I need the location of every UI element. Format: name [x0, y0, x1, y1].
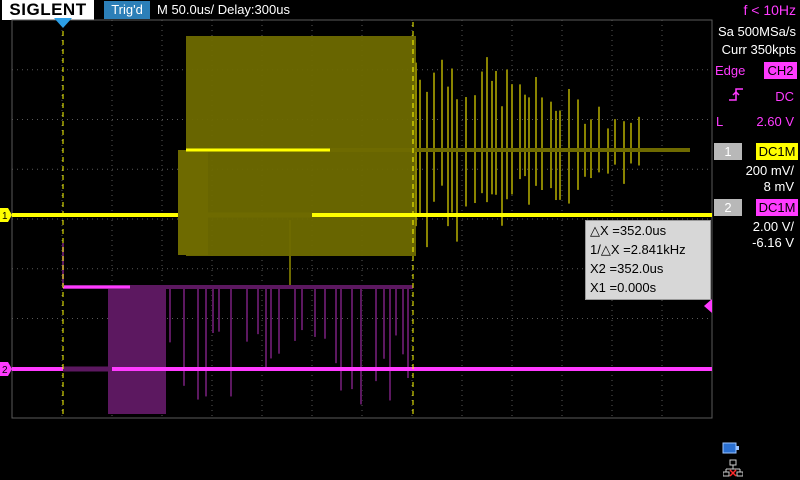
trigger-level-marker	[704, 299, 712, 313]
trigger-coupling[interactable]: DC	[775, 89, 794, 104]
trigger-slope-rising-icon[interactable]	[728, 86, 744, 102]
cursor-x1: X1 =0.000s	[590, 280, 657, 295]
ch2-marker-label: 2	[2, 365, 8, 376]
ch1-marker-label: 1	[2, 211, 8, 222]
cursor-inverse-delta-x: 1/△X =2.841kHz	[590, 242, 686, 257]
ch1-burst-lead	[178, 150, 208, 255]
ch1-coupling-badge[interactable]: DC1M	[756, 143, 798, 160]
ch1-scale[interactable]: 200 mV/	[746, 163, 794, 178]
ch1-number-badge[interactable]: 1	[714, 143, 742, 160]
trigger-level[interactable]: 2.60 V	[756, 114, 794, 129]
trigger-source-badge[interactable]: CH2	[764, 62, 797, 79]
sample-rate: Sa 500MSa/s	[717, 24, 796, 39]
usb-icon	[722, 442, 739, 454]
cursor-delta-x: △X =352.0us	[590, 223, 667, 238]
ch2-offset[interactable]: -6.16 V	[752, 235, 794, 250]
ch1-offset[interactable]: 8 mV	[764, 179, 794, 194]
memory-depth: Curr 350kpts	[721, 42, 796, 57]
ch2-scale[interactable]: 2.00 V/	[753, 219, 794, 234]
ch2-number-badge[interactable]: 2	[714, 199, 742, 216]
ch2-coupling-badge[interactable]: DC1M	[756, 199, 798, 216]
cursor-x2: X2 =352.0us	[590, 261, 664, 276]
cursor-measurement-box: △X =352.0us 1/△X =2.841kHz X2 =352.0us X…	[585, 220, 711, 300]
lan-icon	[723, 459, 743, 477]
ch2-burst-core	[108, 286, 166, 414]
trigger-level-label: L	[716, 114, 724, 129]
trigger-position-marker	[54, 18, 72, 28]
trigger-type[interactable]: Edge	[715, 63, 745, 78]
ch1-burst-core	[186, 36, 416, 256]
